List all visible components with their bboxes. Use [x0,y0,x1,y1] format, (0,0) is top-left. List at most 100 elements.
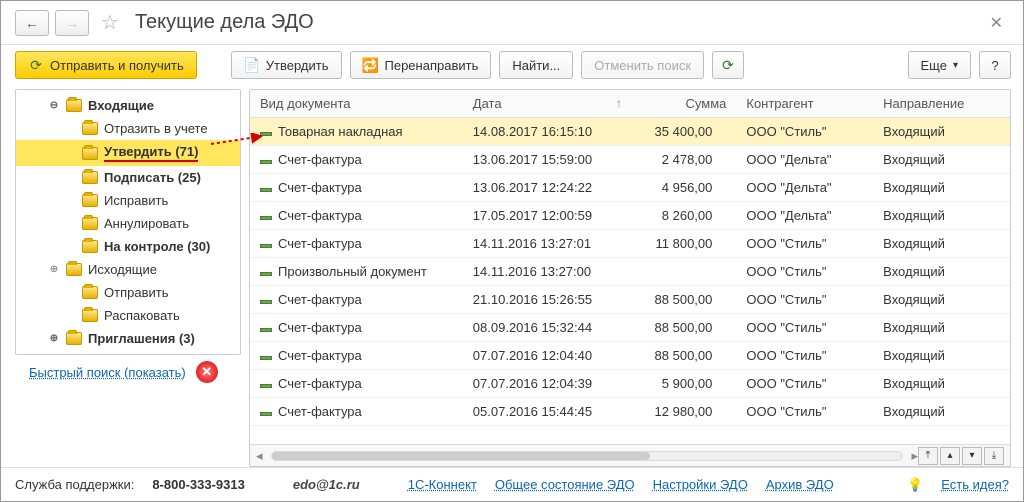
col-doc-type[interactable]: Вид документа [250,90,463,118]
help-button[interactable]: ? [979,51,1011,79]
table-row[interactable]: Товарная накладная14.08.2017 16:15:1035 … [250,118,1010,146]
refresh-button[interactable]: ⟳ [712,51,744,79]
sidebar-item-5[interactable]: Аннулировать [16,212,240,235]
sidebar-item-label: Аннулировать [104,216,189,231]
cell-amount [630,258,736,286]
grid-scroll[interactable]: Вид документа Дата Сумма Контрагент Напр… [250,90,1010,444]
more-label: Еще [921,58,947,73]
chevron-down-icon: ▾ [953,60,958,71]
grid-first-button[interactable]: ⤒ [918,447,938,465]
grid-header-row: Вид документа Дата Сумма Контрагент Напр… [250,90,1010,118]
col-amount[interactable]: Сумма [630,90,736,118]
nav-back-button[interactable]: ← [15,10,49,36]
sidebar-item-9[interactable]: Распаковать [16,304,240,327]
cell-direction: Входящий [873,118,1010,146]
cell-counterparty: ООО "Стиль" [736,342,873,370]
col-date[interactable]: Дата [463,90,630,118]
link-idea[interactable]: Есть идея? [941,477,1009,492]
more-button[interactable]: Еще ▾ [908,51,971,79]
cell-doc-type: Счет-фактура [250,342,463,370]
redirect-label: Перенаправить [385,58,479,73]
link-status[interactable]: Общее состояние ЭДО [495,477,635,492]
main-toolbar: ⟳ Отправить и получить 📄 Утвердить 🔁 Пер… [1,45,1023,89]
tree-expander-icon[interactable]: ⊕ [48,264,60,275]
cell-amount: 5 900,00 [630,370,736,398]
cell-doc-type: Счет-фактура [250,174,463,202]
cancel-search-button[interactable]: Отменить поиск [581,51,704,79]
cell-date: 21.10.2016 15:26:55 [463,286,630,314]
send-receive-button[interactable]: ⟳ Отправить и получить [15,51,197,79]
grid-down-button[interactable]: ▾ [962,447,982,465]
status-marker-icon [260,216,272,220]
sidebar-item-1[interactable]: Отразить в учете [16,117,240,140]
sidebar-item-7[interactable]: ⊕Исходящие [16,258,240,281]
folder-icon [66,263,82,276]
cell-date: 05.07.2016 15:44:45 [463,398,630,426]
cell-date: 08.09.2016 15:32:44 [463,314,630,342]
close-icon[interactable]: ✕ [984,11,1009,35]
sidebar-item-label: Отправить [104,285,168,300]
link-settings[interactable]: Настройки ЭДО [653,477,748,492]
cell-direction: Входящий [873,370,1010,398]
cell-counterparty: ООО "Дельта" [736,202,873,230]
sidebar-item-10[interactable]: ⊕Приглашения (3) [16,327,240,350]
sidebar-item-2[interactable]: Утвердить (71) [16,140,240,166]
cell-direction: Входящий [873,286,1010,314]
table-row[interactable]: Счет-фактура08.09.2016 15:32:4488 500,00… [250,314,1010,342]
sidebar-item-6[interactable]: На контроле (30) [16,235,240,258]
cell-direction: Входящий [873,202,1010,230]
sidebar-item-0[interactable]: ⊖Входящие [16,94,240,117]
table-row[interactable]: Произвольный документ14.11.2016 13:27:00… [250,258,1010,286]
cell-doc-type: Счет-фактура [250,370,463,398]
favorite-star-icon[interactable]: ☆ [101,10,119,35]
link-connect[interactable]: 1С-Коннект [408,477,477,492]
cell-doc-type: Произвольный документ [250,258,463,286]
cell-direction: Входящий [873,398,1010,426]
cell-doc-type: Счет-фактура [250,230,463,258]
sidebar-item-4[interactable]: Исправить [16,189,240,212]
tree-expander-icon[interactable]: ⊖ [48,100,60,111]
status-marker-icon [260,384,272,388]
table-row[interactable]: Счет-фактура21.10.2016 15:26:5588 500,00… [250,286,1010,314]
cell-date: 07.07.2016 12:04:39 [463,370,630,398]
tree-expander-icon[interactable]: ⊕ [48,333,60,344]
redirect-button[interactable]: 🔁 Перенаправить [350,51,492,79]
support-label: Служба поддержки: [15,477,134,492]
status-marker-icon [260,328,272,332]
support-phone: 8-800-333-9313 [152,477,245,492]
col-direction[interactable]: Направление [873,90,1010,118]
sidebar-item-3[interactable]: Подписать (25) [16,166,240,189]
sidebar-tree[interactable]: ⊖ВходящиеОтразить в учетеУтвердить (71)П… [15,89,241,355]
status-marker-icon [260,188,272,192]
scroll-left-icon[interactable]: ◂ [256,448,263,464]
help-label: ? [991,58,998,73]
h-scrollbar[interactable] [271,451,904,461]
status-marker-icon [260,132,272,136]
table-row[interactable]: Счет-фактура14.11.2016 13:27:0111 800,00… [250,230,1010,258]
link-archive[interactable]: Архив ЭДО [766,477,834,492]
table-row[interactable]: Счет-фактура07.07.2016 12:04:4088 500,00… [250,342,1010,370]
find-label: Найти... [512,58,560,73]
cell-amount: 12 980,00 [630,398,736,426]
cell-amount: 2 478,00 [630,146,736,174]
cell-direction: Входящий [873,314,1010,342]
topbar: ← → ☆ Текущие дела ЭДО ✕ [1,1,1023,45]
cell-counterparty: ООО "Стиль" [736,258,873,286]
table-row[interactable]: Счет-фактура13.06.2017 15:59:002 478,00О… [250,146,1010,174]
table-row[interactable]: Счет-фактура07.07.2016 12:04:395 900,00О… [250,370,1010,398]
sidebar-item-8[interactable]: Отправить [16,281,240,304]
cell-amount: 35 400,00 [630,118,736,146]
cell-direction: Входящий [873,174,1010,202]
table-row[interactable]: Счет-фактура13.06.2017 12:24:224 956,00О… [250,174,1010,202]
table-row[interactable]: Счет-фактура05.07.2016 15:44:4512 980,00… [250,398,1010,426]
nav-forward-button[interactable]: → [55,10,89,36]
find-button[interactable]: Найти... [499,51,573,79]
approve-button[interactable]: 📄 Утвердить [231,51,342,79]
table-row[interactable]: Счет-фактура17.05.2017 12:00:598 260,00О… [250,202,1010,230]
sidebar-item-label: Распаковать [104,308,180,323]
grid-last-button[interactable]: ⤓ [984,447,1004,465]
col-counterparty[interactable]: Контрагент [736,90,873,118]
quick-search-link[interactable]: Быстрый поиск (показать) [29,365,186,380]
clear-search-button[interactable]: ✕ [196,361,218,383]
grid-up-button[interactable]: ▴ [940,447,960,465]
